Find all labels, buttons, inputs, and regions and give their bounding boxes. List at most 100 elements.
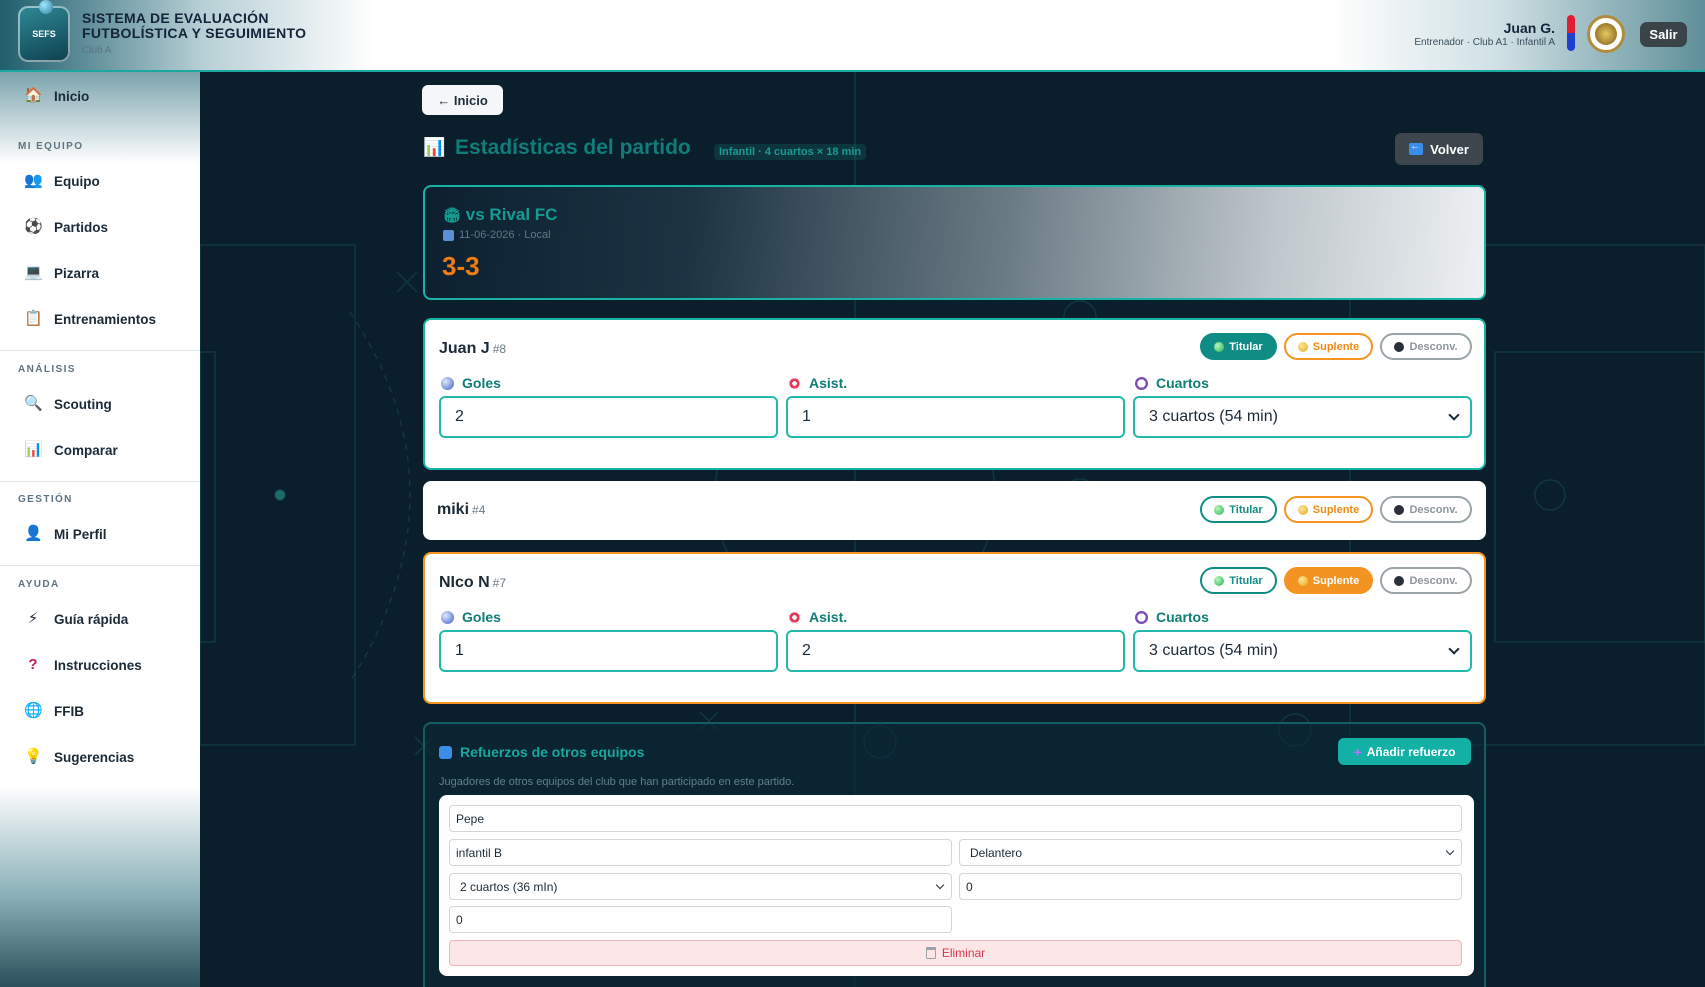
chevron-down-icon [935, 880, 945, 889]
back-arrow-icon [1409, 141, 1424, 155]
globe-icon: 🌐 [24, 702, 43, 719]
logout-button[interactable]: Salir [1640, 22, 1687, 47]
sidebar-item-instrucciones[interactable]: ? Instrucciones [0, 647, 200, 683]
refresh-icon [439, 745, 452, 759]
status-suplente-button[interactable]: Suplente [1284, 496, 1373, 523]
black-dot-icon [1394, 504, 1405, 515]
sidebar-item-guia-rapida[interactable]: ⚡ Guía rápida [0, 601, 200, 637]
user-name: Juan G. [1503, 20, 1555, 36]
section-ayuda: AYUDA [18, 579, 60, 590]
sidebar-item-scouting[interactable]: 🔍 Scouting [0, 386, 200, 422]
status-desconvocado-button[interactable]: Desconv. [1380, 567, 1472, 594]
reinforcement-position-select[interactable]: Delantero [959, 839, 1462, 866]
match-meta: 11-06-2026 · Local [443, 229, 551, 241]
sidebar-item-label: Sugerencias [54, 749, 135, 765]
sidebar-item-equipo[interactable]: 👥 Equipo [0, 163, 200, 199]
section-gestion: GESTIÓN [18, 494, 73, 505]
chevron-down-icon [1448, 643, 1460, 655]
sidebar-item-pizarra[interactable]: 💻 Pizarra [0, 255, 200, 291]
trash-icon [925, 947, 936, 959]
status-titular-button[interactable]: Titular [1200, 333, 1277, 360]
yellow-dot-icon [1297, 504, 1308, 515]
reinforcement-entry: Pepe infantil B Delantero 2 cuartos (36 … [439, 795, 1474, 976]
yellow-dot-icon [1297, 575, 1308, 586]
player-number: #8 [492, 342, 507, 356]
quarters-label: Cuartos [1135, 609, 1209, 625]
goals-label-text: Goles [462, 375, 501, 391]
reinforcement-assists-input[interactable]: 0 [449, 906, 952, 933]
goals-label-text: Goles [462, 609, 501, 625]
reinforcement-name-input[interactable]: Pepe [449, 805, 1462, 832]
app-header: SEFS SISTEMA DE EVALUACIÓN FUTBOLÍSTICA … [0, 0, 1705, 72]
status-desconvocado-button[interactable]: Desconv. [1380, 496, 1472, 523]
goals-input[interactable]: 2 [439, 396, 778, 438]
status-label: Suplente [1312, 574, 1360, 587]
status-titular-button[interactable]: Titular [1200, 567, 1277, 594]
sidebar-item-entrenamientos[interactable]: 📋 Entrenamientos [0, 301, 200, 337]
section-analisis: ANÁLISIS [18, 364, 76, 375]
bar-chart-icon: 📊 [24, 441, 43, 458]
green-dot-icon [1214, 341, 1225, 352]
assists-input[interactable]: 1 [786, 396, 1125, 438]
divider [0, 481, 200, 482]
status-label: Desconv. [1409, 574, 1458, 587]
player-number: #7 [492, 576, 507, 590]
question-icon: ? [28, 656, 38, 673]
status-suplente-button[interactable]: Suplente [1284, 567, 1373, 594]
reinforcement-goals-input[interactable]: 0 [959, 873, 1462, 900]
page-title-text: Estadísticas del partido [455, 136, 691, 159]
section-mi-equipo: MI EQUIPO [18, 141, 84, 152]
goals-label: Goles [441, 375, 501, 391]
sidebar-item-label: Inicio [54, 88, 90, 104]
bar-chart-icon: 📊 [423, 137, 446, 157]
house-icon: 🏠 [24, 87, 43, 104]
goals-input[interactable]: 1 [439, 630, 778, 672]
user-icon: 👤 [24, 525, 43, 542]
sidebar-item-ffib[interactable]: 🌐 FFIB [0, 693, 200, 729]
sidebar-item-inicio[interactable]: 🏠 Inicio [0, 78, 200, 114]
app-title: SISTEMA DE EVALUACIÓN FUTBOLÍSTICA Y SEG… [82, 10, 307, 41]
yellow-dot-icon [1297, 341, 1308, 352]
home-button[interactable]: ← Inicio [422, 85, 503, 115]
quarters-select[interactable]: 3 cuartos (54 min) [1133, 396, 1472, 438]
match-score: 3-3 [442, 251, 480, 281]
assists-input[interactable]: 2 [786, 630, 1125, 672]
sidebar-item-mi-perfil[interactable]: 👤 Mi Perfil [0, 516, 200, 552]
status-label: Desconv. [1409, 340, 1458, 353]
sidebar-item-sugerencias[interactable]: 💡 Sugerencias [0, 739, 200, 775]
opponent-text: vs Rival FC [465, 205, 558, 224]
divider [0, 350, 200, 351]
add-reinforcement-button[interactable]: + Añadir refuerzo [1338, 738, 1471, 765]
back-button-label: Volver [1430, 141, 1469, 157]
reinforcements-title: Refuerzos de otros equipos [439, 744, 644, 760]
player-name: miki #4 [437, 501, 485, 519]
stopwatch-icon [1135, 376, 1148, 390]
people-icon: 👥 [24, 172, 43, 189]
reinforcement-quarters-select[interactable]: 2 cuartos (36 mIn) [449, 873, 952, 900]
lightbulb-icon: 💡 [24, 748, 43, 765]
player-name-text: Juan J [439, 340, 490, 357]
status-titular-button[interactable]: Titular [1200, 496, 1277, 523]
status-desconvocado-button[interactable]: Desconv. [1380, 333, 1472, 360]
club-badge-icon[interactable] [1587, 15, 1625, 53]
match-date-location: 11-06-2026 · Local [459, 229, 551, 241]
match-opponent: 🏟 vs Rival FC [443, 205, 557, 225]
quarters-select[interactable]: 3 cuartos (54 min) [1133, 630, 1472, 672]
sidebar-item-comparar[interactable]: 📊 Comparar [0, 432, 200, 468]
status-suplente-button[interactable]: Suplente [1284, 333, 1373, 360]
clipboard-icon: 📋 [24, 310, 43, 327]
club-colors-icon [1567, 15, 1575, 51]
quarters-label-text: Cuartos [1156, 609, 1209, 625]
sidebar-item-partidos[interactable]: ⚽ Partidos [0, 209, 200, 245]
logo-ball-icon [39, 0, 53, 14]
status-label: Desconv. [1409, 503, 1458, 516]
status-label: Titular [1229, 340, 1263, 353]
reinforcement-team-input[interactable]: infantil B [449, 839, 952, 866]
assists-label: Asist. [788, 375, 847, 391]
format-badge: Infantil · 4 cuartos × 18 min [714, 144, 867, 160]
back-button[interactable]: Volver [1395, 133, 1483, 165]
status-label: Suplente [1312, 340, 1360, 353]
delete-reinforcement-button[interactable]: Eliminar [449, 940, 1462, 966]
player-card: miki #4 Titular Suplente Desconv. [423, 481, 1486, 540]
calendar-icon [443, 229, 454, 241]
